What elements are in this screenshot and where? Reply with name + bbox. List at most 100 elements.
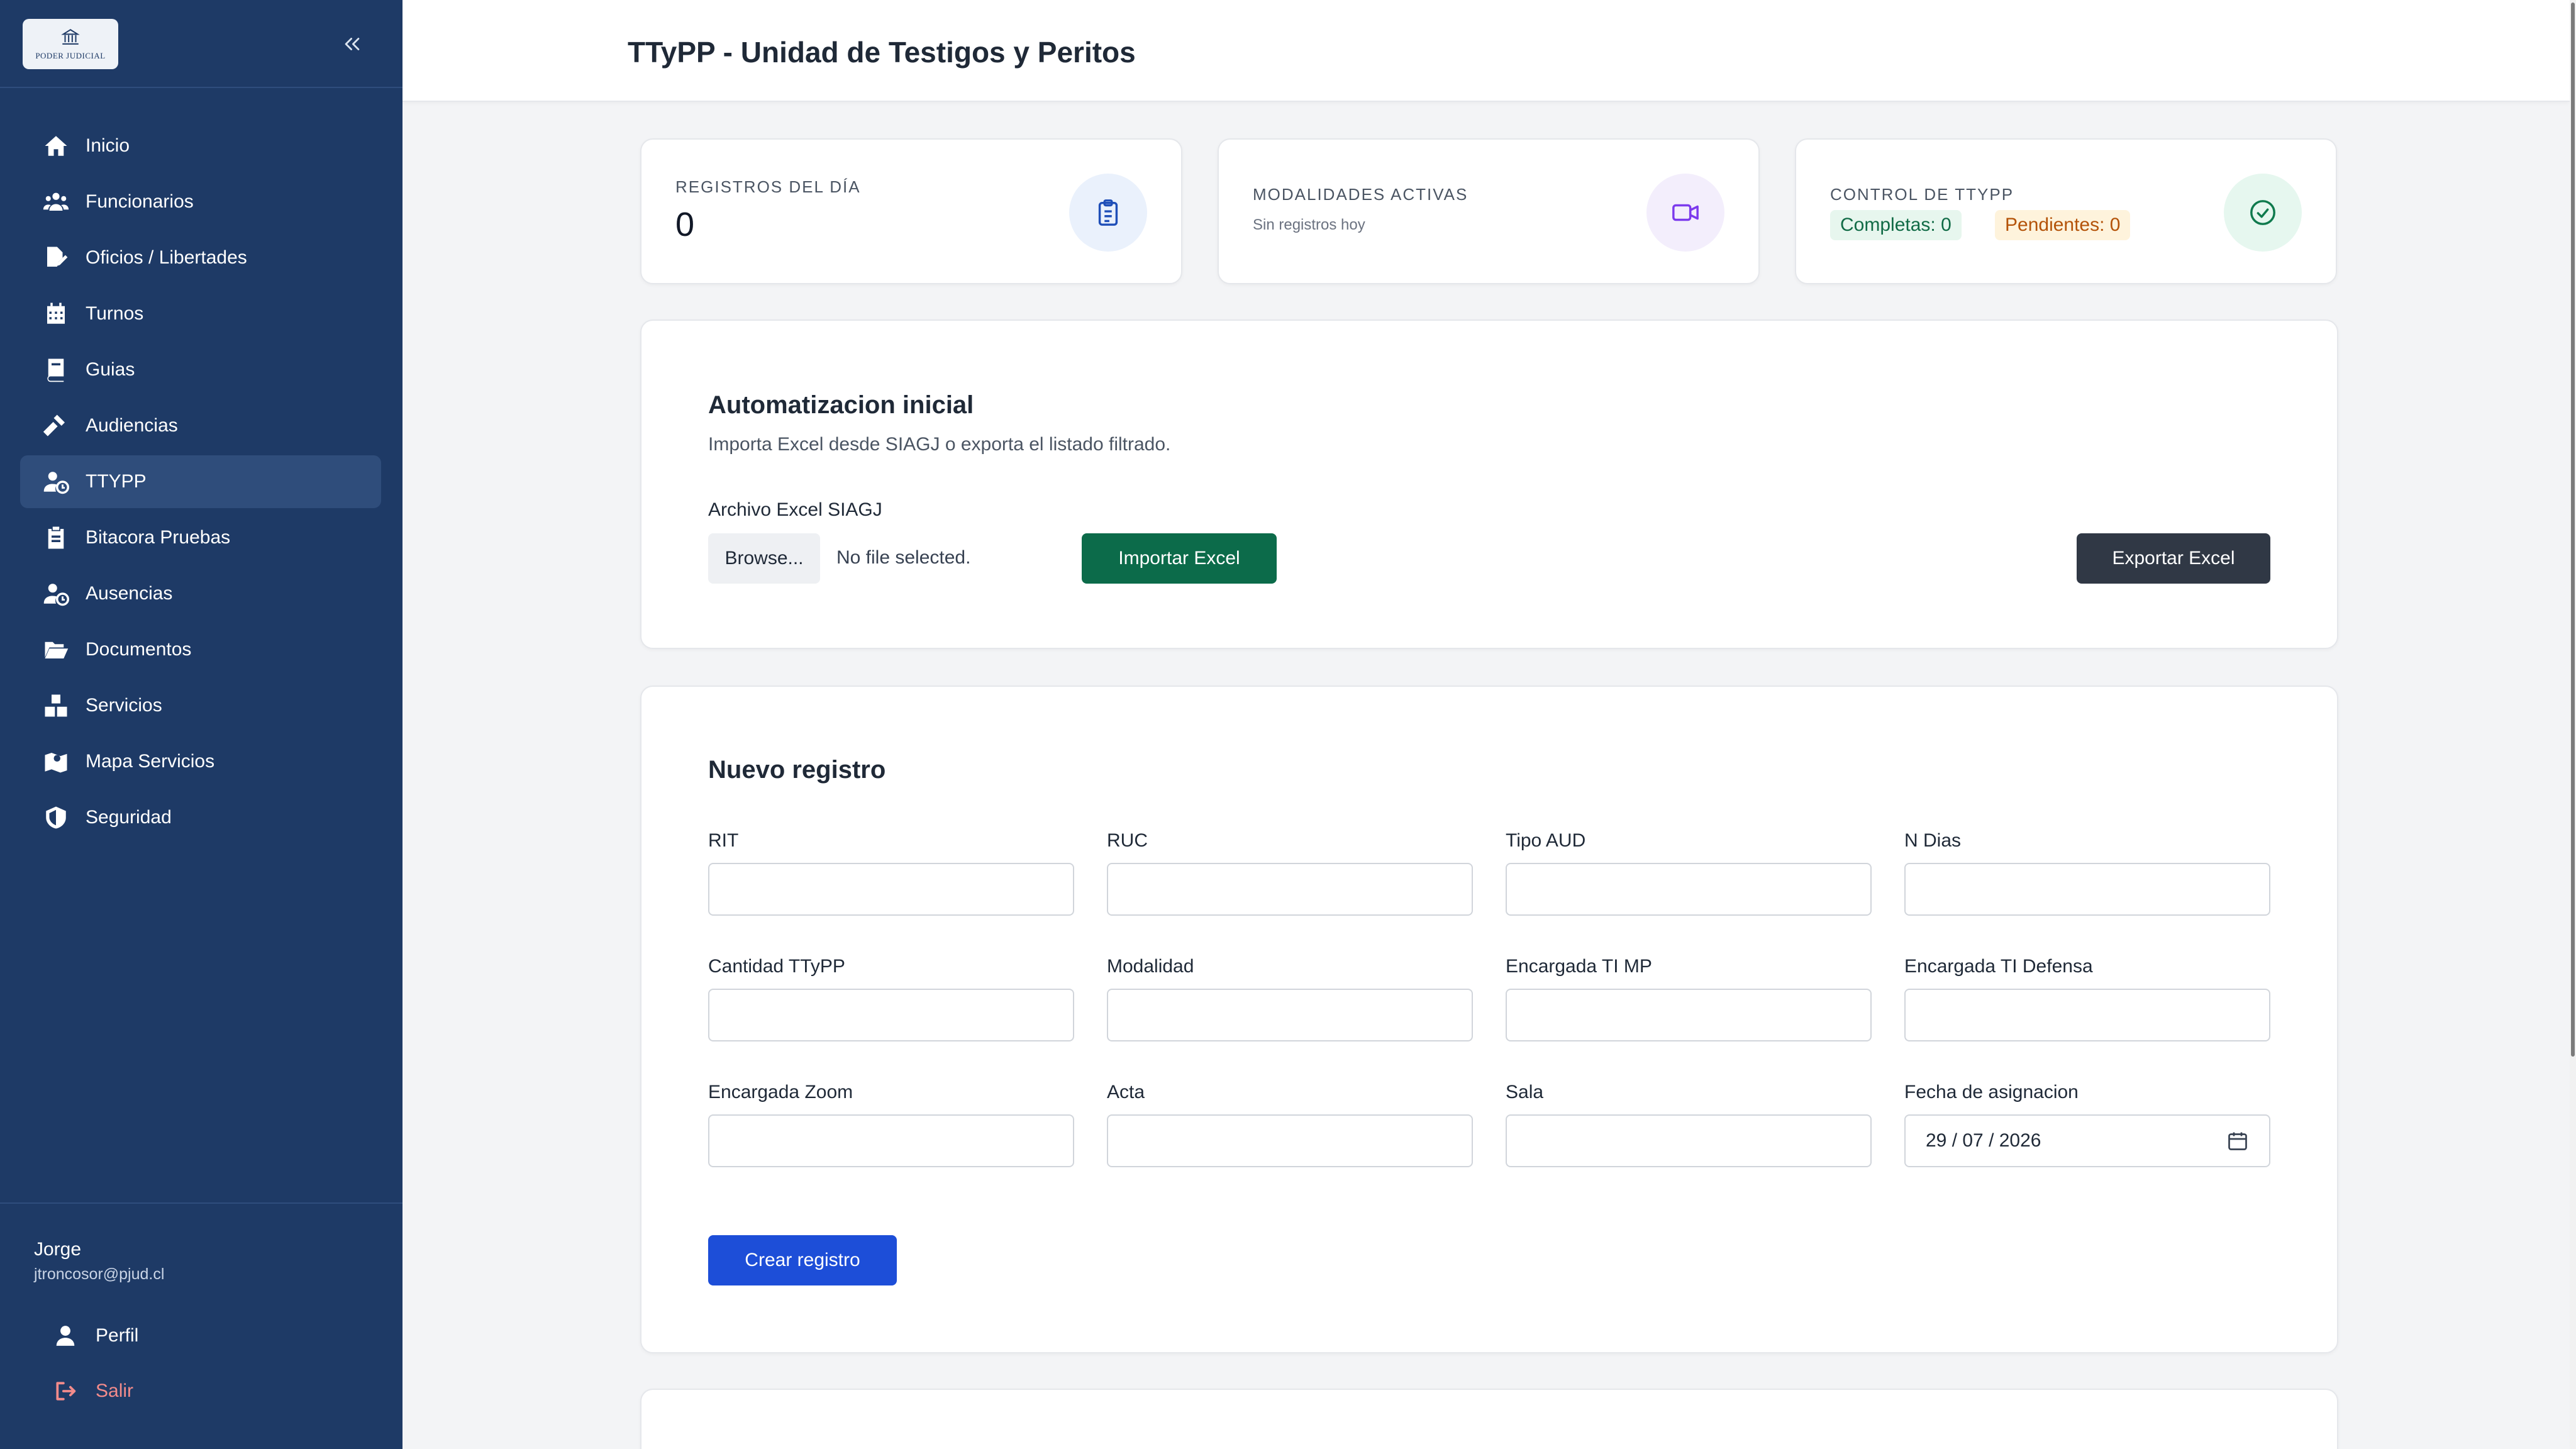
fecha-value: 29 / 07 / 2026	[1926, 1130, 2041, 1151]
sidebar-item-bitacora[interactable]: Bitacora Pruebas	[20, 511, 381, 564]
stat-card-modalidades: MODALIDADES ACTIVAS Sin registros hoy	[1218, 138, 1760, 284]
create-record-button[interactable]: Crear registro	[708, 1235, 897, 1285]
profile-link[interactable]: Perfil	[53, 1317, 138, 1355]
ruc-field-group: RUC	[1107, 830, 1473, 916]
acta-label: Acta	[1107, 1082, 1145, 1102]
sidebar-item-label: Guias	[86, 359, 135, 380]
sidebar-item-label: Turnos	[86, 303, 144, 324]
pendientes-badge: Pendientes: 0	[1995, 210, 2131, 240]
new-record-card: Nuevo registro RIT RUC Tipo AUD N Dias C…	[640, 686, 2338, 1353]
sidebar-item-funcionarios[interactable]: Funcionarios	[20, 175, 381, 228]
zoom-label: Encargada Zoom	[708, 1082, 853, 1102]
tipo-aud-input[interactable]	[1506, 863, 1872, 916]
stat-subtext: Sin registros hoy	[1253, 216, 1365, 233]
logo-text: PODER JUDICIAL	[35, 51, 106, 60]
ti-defensa-label: Encargada TI Defensa	[1904, 956, 2093, 977]
sidebar-item-label: Documentos	[86, 639, 192, 660]
acta-input[interactable]	[1107, 1114, 1473, 1167]
stat-card-control: CONTROL DE TTYPP Completas: 0 Pendientes…	[1795, 138, 2337, 284]
users-icon	[43, 189, 69, 215]
sidebar-item-seguridad[interactable]: Seguridad	[20, 791, 381, 844]
collapse-sidebar-button[interactable]	[336, 28, 369, 60]
clipboard-list-icon	[1069, 174, 1147, 252]
n-dias-field-group: N Dias	[1904, 830, 2270, 916]
clipboard-icon	[43, 525, 69, 551]
import-excel-button[interactable]: Importar Excel	[1082, 533, 1277, 584]
sidebar-item-label: Ausencias	[86, 583, 173, 604]
calendar-picker-icon[interactable]	[2226, 1130, 2249, 1152]
profile-label: Perfil	[96, 1325, 139, 1346]
sidebar-nav: Inicio Funcionarios Oficios / Libertades…	[20, 119, 381, 847]
user-clock-icon	[43, 580, 69, 607]
file-status: No file selected.	[836, 547, 971, 568]
sidebar-item-guias[interactable]: Guias	[20, 343, 381, 396]
sidebar-header: PODER JUDICIAL	[0, 0, 402, 88]
modalidad-field-group: Modalidad	[1107, 956, 1473, 1041]
file-signature-icon	[43, 245, 69, 271]
user-name: Jorge	[34, 1239, 82, 1260]
automation-description: Importa Excel desde SIAGJ o exporta el l…	[708, 434, 1171, 455]
rit-input[interactable]	[708, 863, 1074, 916]
logout-link[interactable]: Salir	[53, 1372, 133, 1410]
sidebar-item-label: Servicios	[86, 695, 162, 716]
zoom-input[interactable]	[708, 1114, 1074, 1167]
ti-mp-input[interactable]	[1506, 989, 1872, 1041]
automation-card: Automatizacion inicial Importa Excel des…	[640, 319, 2338, 649]
ti-defensa-field-group: Encargada TI Defensa	[1904, 956, 2270, 1041]
sidebar-item-mapa-servicios[interactable]: Mapa Servicios	[20, 735, 381, 788]
calendar-icon	[43, 301, 69, 327]
cantidad-field-group: Cantidad TTyPP	[708, 956, 1074, 1041]
poder-judicial-logo[interactable]: PODER JUDICIAL	[23, 19, 118, 69]
stat-label: MODALIDADES ACTIVAS	[1253, 185, 1468, 204]
sala-field-group: Sala	[1506, 1082, 1872, 1167]
stat-label: REGISTROS DEL DÍA	[675, 177, 861, 196]
sidebar-item-label: TTYPP	[86, 471, 147, 492]
zoom-field-group: Encargada Zoom	[708, 1082, 1074, 1167]
shield-icon	[43, 804, 69, 831]
home-icon	[43, 133, 69, 159]
modalidad-input[interactable]	[1107, 989, 1473, 1041]
sidebar-item-label: Funcionarios	[86, 191, 194, 212]
sidebar-item-audiencias[interactable]: Audiencias	[20, 399, 381, 452]
sala-input[interactable]	[1506, 1114, 1872, 1167]
gavel-icon	[43, 413, 69, 439]
sidebar-item-turnos[interactable]: Turnos	[20, 287, 381, 340]
fecha-label: Fecha de asignacion	[1904, 1082, 2079, 1102]
page-scrollbar[interactable]	[2570, 0, 2576, 1449]
user-icon	[53, 1323, 78, 1348]
double-chevron-left-icon	[345, 38, 360, 50]
check-circle-icon	[2224, 174, 2302, 252]
n-dias-input[interactable]	[1904, 863, 2270, 916]
file-input-label: Archivo Excel SIAGJ	[708, 499, 882, 520]
sidebar-item-oficios[interactable]: Oficios / Libertades	[20, 231, 381, 284]
sidebar-item-label: Oficios / Libertades	[86, 247, 247, 268]
rit-field-group: RIT	[708, 830, 1074, 916]
fecha-field-group: Fecha de asignacion 29 / 07 / 2026	[1904, 1082, 2270, 1167]
sala-label: Sala	[1506, 1082, 1544, 1102]
ti-defensa-input[interactable]	[1904, 989, 2270, 1041]
sidebar-item-ausencias[interactable]: Ausencias	[20, 567, 381, 620]
rit-label: RIT	[708, 830, 739, 851]
video-icon	[1646, 174, 1724, 252]
export-excel-button[interactable]: Exportar Excel	[2077, 533, 2270, 584]
tipo-aud-field-group: Tipo AUD	[1506, 830, 1872, 916]
fecha-date-input[interactable]: 29 / 07 / 2026	[1904, 1114, 2270, 1167]
completas-badge: Completas: 0	[1830, 210, 1962, 240]
sidebar-item-label: Inicio	[86, 135, 130, 156]
logout-label: Salir	[96, 1380, 134, 1401]
sidebar-item-servicios[interactable]: Servicios	[20, 679, 381, 732]
sidebar-item-documentos[interactable]: Documentos	[20, 623, 381, 676]
records-list-card	[640, 1389, 2338, 1449]
sidebar: PODER JUDICIAL Inicio Funcionarios Ofici…	[0, 0, 402, 1449]
cantidad-input[interactable]	[708, 989, 1074, 1041]
stat-card-registros: REGISTROS DEL DÍA 0	[640, 138, 1182, 284]
scrollbar-thumb[interactable]	[2571, 3, 2575, 1057]
browse-file-button[interactable]: Browse...	[708, 533, 820, 584]
stat-value: 0	[675, 206, 695, 243]
sidebar-item-label: Seguridad	[86, 807, 172, 828]
sidebar-item-inicio[interactable]: Inicio	[20, 119, 381, 172]
sidebar-item-ttypp[interactable]: TTYPP	[20, 455, 381, 508]
ruc-input[interactable]	[1107, 863, 1473, 916]
cantidad-label: Cantidad TTyPP	[708, 956, 845, 977]
sidebar-item-label: Bitacora Pruebas	[86, 527, 231, 548]
